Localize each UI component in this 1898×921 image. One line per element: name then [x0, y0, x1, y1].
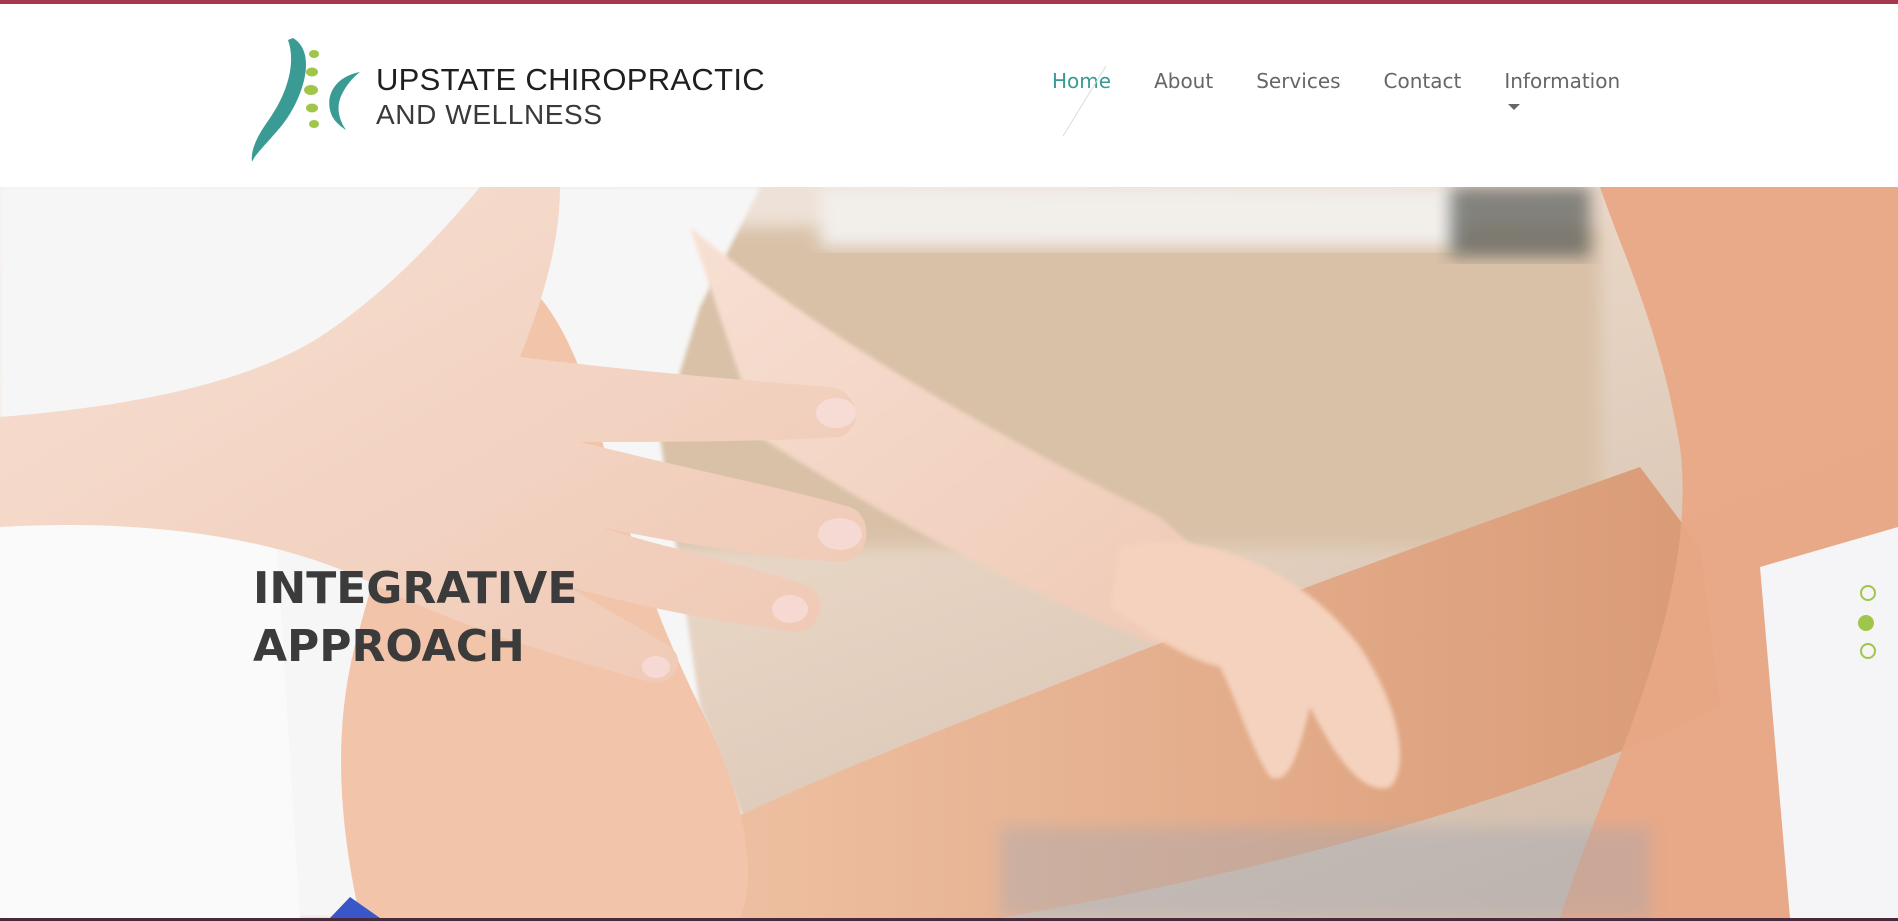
spine-logo-icon [251, 38, 360, 162]
hero-slider: INTEGRATIVE APPROACH [0, 187, 1898, 918]
nav-contact-label: Contact [1383, 69, 1462, 93]
nav-services-label: Services [1256, 69, 1341, 93]
active-indicator-slash [1062, 65, 1107, 137]
logo-line-1: UPSTATE CHIROPRACTIC [376, 62, 765, 97]
nav-information-label: Information [1504, 69, 1621, 93]
nav-information[interactable]: Information [1504, 67, 1621, 110]
logo-line-2: AND WELLNESS [376, 99, 603, 130]
dropdown-caret-icon [1508, 104, 1521, 110]
hero-title: INTEGRATIVE APPROACH [253, 560, 577, 676]
slide-dot-1[interactable] [1860, 585, 1876, 601]
hero-background-image [0, 187, 1898, 918]
hero-title-line-2: APPROACH [253, 621, 525, 672]
main-nav: Home About Services Contact Information [1052, 65, 1621, 137]
nav-services[interactable]: Services [1256, 67, 1340, 95]
logo-wordmark: UPSTATE CHIROPRACTIC AND WELLNESS [376, 62, 765, 132]
slide-dot-3[interactable] [1860, 643, 1876, 659]
page: UPSTATE CHIROPRACTIC AND WELLNESS Home A… [0, 0, 1898, 921]
nav-about[interactable]: About [1154, 67, 1213, 95]
nav-about-label: About [1154, 69, 1214, 93]
nav-contact[interactable]: Contact [1384, 67, 1462, 95]
site-header: UPSTATE CHIROPRACTIC AND WELLNESS Home A… [0, 4, 1898, 187]
slider-pagination [1858, 585, 1878, 673]
site-logo[interactable]: UPSTATE CHIROPRACTIC AND WELLNESS [248, 32, 765, 166]
hero-title-line-1: INTEGRATIVE [253, 563, 578, 614]
slide-dot-2[interactable] [1858, 615, 1874, 631]
nav-home[interactable]: Home [1052, 65, 1111, 137]
